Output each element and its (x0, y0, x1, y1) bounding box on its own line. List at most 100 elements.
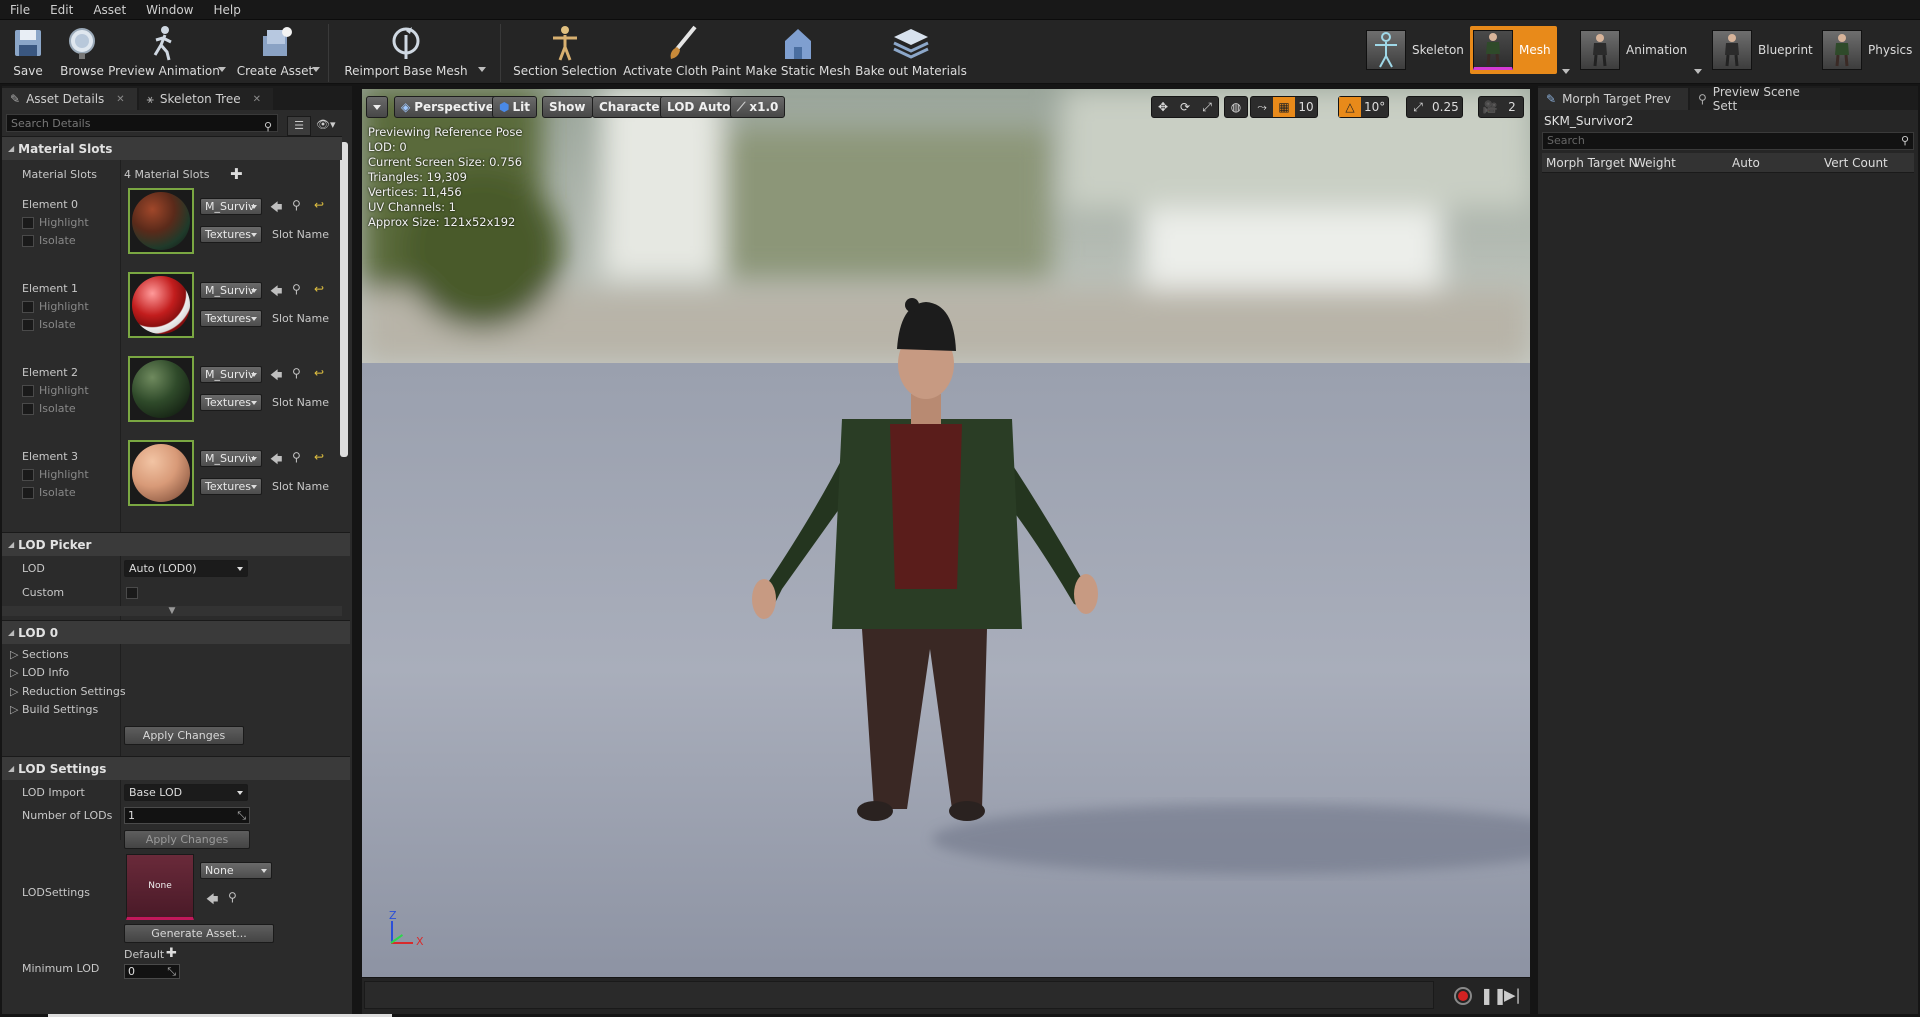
reset-icon[interactable]: ↩ (314, 366, 324, 380)
show-button[interactable]: Show (542, 96, 593, 118)
arrow-left-icon[interactable]: 🡄 (206, 890, 218, 911)
apply-changes-button-disabled[interactable]: Apply Changes (124, 830, 250, 849)
material-thumbnail[interactable] (128, 356, 194, 422)
textures-combo[interactable]: Textures (200, 226, 262, 243)
browse-icon[interactable]: ⚲ (292, 450, 301, 464)
rotation-snap-value[interactable]: 10° (1361, 97, 1388, 117)
record-button[interactable] (1454, 987, 1472, 1005)
highlight-checkbox[interactable] (22, 385, 34, 397)
tab-skeleton-tree[interactable]: ⚹ Skeleton Tree ✕ (138, 88, 273, 110)
browse-icon[interactable]: ⚲ (228, 890, 237, 904)
tab-asset-details[interactable]: ✎ Asset Details ✕ (2, 88, 137, 110)
mode-skeleton[interactable]: Skeleton (1366, 28, 1464, 72)
perspective-button[interactable]: ◈ Perspective (394, 96, 501, 118)
add-material-slot-icon[interactable]: ✚ (230, 165, 243, 183)
material-combo[interactable]: M_Surviv (200, 198, 262, 215)
column-morph-target-name[interactable]: Morph Target N (1546, 156, 1638, 170)
bake-out-materials-button[interactable]: Bake out Materials (855, 24, 967, 82)
arrow-left-icon[interactable]: 🡄 (270, 366, 282, 387)
animation-timeline[interactable] (364, 981, 1434, 1009)
column-auto[interactable]: Auto (1732, 156, 1760, 170)
create-asset-button[interactable]: Create Asset (237, 24, 313, 82)
grid-snap-icon[interactable]: ▦ (1273, 97, 1295, 117)
rotation-snap-icon[interactable]: △ (1339, 97, 1361, 117)
category-lod-picker[interactable]: ◢ LOD Picker (2, 532, 350, 556)
mesh-mode-dropdown[interactable] (1562, 69, 1570, 74)
mode-animation[interactable]: Animation (1580, 28, 1687, 72)
expand-arrow-icon[interactable]: ▼ (2, 606, 342, 616)
material-thumbnail[interactable] (128, 188, 194, 254)
material-thumbnail[interactable] (128, 440, 194, 506)
category-lod-settings[interactable]: ◢ LOD Settings (2, 756, 350, 780)
tab-morph-target-preview[interactable]: ✎ Morph Target Prev (1538, 88, 1688, 110)
mode-blueprint[interactable]: Blueprint (1712, 28, 1813, 72)
column-vert-count[interactable]: Vert Count (1824, 156, 1888, 170)
reset-icon[interactable]: ↩ (314, 198, 324, 212)
camera-speed-icon[interactable]: 🎥 (1479, 97, 1501, 117)
lodsettings-thumbnail[interactable]: None (126, 854, 194, 920)
world-icon[interactable]: ◍ (1225, 97, 1247, 117)
translate-icon[interactable]: ✥ (1152, 97, 1174, 117)
browse-button[interactable]: Browse (58, 24, 106, 82)
textures-combo[interactable]: Textures (200, 310, 262, 327)
section-selection-button[interactable]: Section Selection (513, 24, 617, 82)
menu-window[interactable]: Window (136, 0, 203, 20)
make-static-mesh-button[interactable]: Make Static Mesh (745, 24, 851, 82)
morph-search-input[interactable]: Search ⚲ (1542, 132, 1914, 150)
reimport-dropdown[interactable] (478, 67, 486, 72)
viewport-options-dropdown[interactable] (366, 96, 388, 118)
step-forward-icon[interactable]: ▶| (1504, 986, 1521, 1004)
close-icon[interactable]: ✕ (253, 94, 261, 105)
column-weight[interactable]: Weight (1634, 156, 1676, 170)
textures-combo[interactable]: Textures (200, 394, 262, 411)
material-combo[interactable]: M_Surviv (200, 282, 262, 299)
animation-mode-dropdown[interactable] (1694, 69, 1702, 74)
lod-auto-button[interactable]: LOD Auto (660, 96, 738, 118)
pause-icon[interactable]: ❚❚ (1480, 986, 1507, 1005)
minimum-lod-input[interactable]: 0 ⤡ (124, 964, 180, 979)
add-icon[interactable]: ✚ (166, 946, 177, 961)
browse-icon[interactable]: ⚲ (292, 282, 301, 296)
isolate-checkbox[interactable] (22, 487, 34, 499)
generate-asset-button[interactable]: Generate Asset... (124, 924, 274, 943)
highlight-checkbox[interactable] (22, 217, 34, 229)
arrow-left-icon[interactable]: 🡄 (270, 282, 282, 303)
arrow-left-icon[interactable]: 🡄 (270, 198, 282, 219)
menu-edit[interactable]: Edit (40, 0, 83, 20)
textures-combo[interactable]: Textures (200, 478, 262, 495)
mode-physics[interactable]: Physics (1822, 28, 1912, 72)
reset-icon[interactable]: ↩ (314, 450, 324, 464)
category-material-slots[interactable]: ◢ Material Slots (2, 136, 342, 160)
browse-icon[interactable]: ⚲ (292, 198, 301, 212)
scale-snap-value[interactable]: 0.25 (1429, 97, 1462, 117)
rotate-icon[interactable]: ⟳ (1174, 97, 1196, 117)
surface-snap-icon[interactable]: ⤳ (1251, 97, 1273, 117)
reset-icon[interactable]: ↩ (314, 282, 324, 296)
arrow-left-icon[interactable]: 🡄 (270, 450, 282, 471)
category-lod-0[interactable]: ◢ LOD 0 (2, 620, 350, 644)
scale-snap-icon[interactable]: ⤢ (1407, 97, 1429, 117)
number-of-lods-input[interactable]: 1 ⤡ (124, 807, 250, 824)
property-matrix-icon[interactable]: ☰ (287, 116, 311, 136)
details-search-input[interactable]: Search Details (6, 114, 278, 132)
tab-preview-scene-settings[interactable]: ⚲ Preview Scene Sett (1690, 85, 1840, 113)
material-combo[interactable]: M_Surviv (200, 366, 262, 383)
save-button[interactable]: Save (8, 24, 48, 82)
close-icon[interactable]: ✕ (116, 94, 124, 105)
menu-help[interactable]: Help (203, 0, 250, 20)
grid-snap-value[interactable]: 10 (1295, 97, 1317, 117)
lod-info-group[interactable]: ▷ LOD Info (10, 666, 69, 679)
custom-checkbox[interactable] (126, 587, 138, 599)
sections-group[interactable]: ▷ Sections (10, 648, 69, 661)
lit-button[interactable]: ⬢ Lit (492, 96, 537, 118)
menu-file[interactable]: File (0, 0, 40, 20)
reduction-settings-group[interactable]: ▷ Reduction Settings (10, 685, 126, 698)
preview-animation-dropdown[interactable] (218, 67, 226, 72)
preview-animation-button[interactable]: Preview Animation (108, 24, 220, 82)
view-options-icon[interactable]: 👁▾ (316, 118, 336, 131)
highlight-checkbox[interactable] (22, 301, 34, 313)
reimport-base-mesh-button[interactable]: Reimport Base Mesh (344, 24, 468, 82)
highlight-checkbox[interactable] (22, 469, 34, 481)
browse-icon[interactable]: ⚲ (292, 366, 301, 380)
material-combo[interactable]: M_Surviv (200, 450, 262, 467)
